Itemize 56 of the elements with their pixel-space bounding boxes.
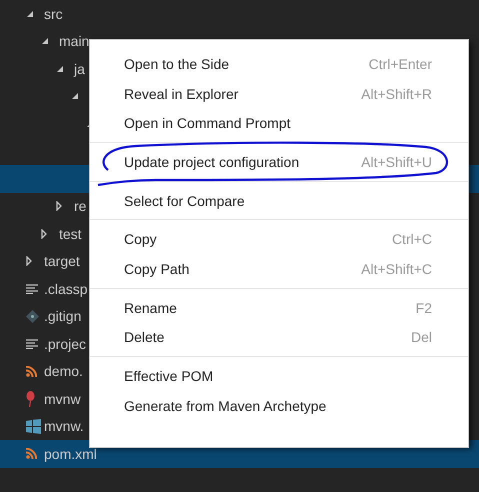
shortcut-text: Alt+Shift+U	[361, 154, 432, 170]
shortcut-text: Ctrl+Enter	[368, 56, 432, 72]
tree-item[interactable]: ja	[74, 60, 85, 77]
menu-item[interactable]: Open to the Side Ctrl+Enter	[90, 49, 468, 79]
menu-label: Effective POM	[124, 368, 214, 384]
expanded-arrow-icon[interactable]	[56, 64, 64, 73]
menu-label: Delete	[124, 329, 164, 346]
tree-item[interactable]: .projec	[44, 336, 86, 352]
windows-icon	[26, 418, 41, 434]
feed-icon	[26, 366, 37, 377]
menu-item[interactable]: Copy Path Alt+Shift+C	[90, 254, 468, 284]
menu-item[interactable]: Copy Ctrl+C	[90, 224, 468, 254]
menu-label: Update project configuration	[124, 154, 300, 170]
menu-item[interactable]: Generate from Maven Archetype	[90, 390, 468, 421]
menu-label: Generate from Maven Archetype	[124, 398, 326, 414]
menu-label: Select for Compare	[124, 192, 245, 209]
shortcut-text: Alt+Shift+C	[361, 260, 432, 277]
tree-item[interactable]: main	[59, 33, 90, 50]
shortcut-text: Ctrl+C	[392, 231, 432, 248]
tree-item[interactable]: test	[59, 226, 82, 242]
menu-item[interactable]: Open in Command Prompt	[90, 108, 468, 138]
collapsed-arrow-icon[interactable]	[26, 256, 32, 266]
menu-item[interactable]: Rename F2	[90, 292, 468, 322]
menu-item[interactable]: Reveal in Explorer Alt+Shift+R	[90, 78, 468, 108]
expanded-arrow-icon[interactable]	[41, 37, 49, 46]
menu-label: Reveal in Explorer	[124, 86, 238, 102]
lines-icon	[26, 338, 38, 349]
tree-item[interactable]: mvnw	[44, 390, 81, 407]
menu-label: Rename	[124, 300, 177, 316]
tree-item[interactable]: re	[74, 198, 86, 214]
tree-item[interactable]: pom.xml	[44, 446, 97, 462]
shortcut-text: F2	[416, 300, 432, 316]
tree-item[interactable]: demo.	[44, 363, 83, 380]
menu-item[interactable]: Update project configuration Alt+Shift+U	[90, 147, 468, 177]
lines-icon	[26, 284, 38, 294]
menu-label: Copy	[124, 231, 157, 248]
menu-label: Open in Command Prompt	[124, 115, 291, 132]
collapsed-arrow-icon[interactable]	[56, 201, 62, 212]
shortcut-text: Del	[410, 329, 432, 346]
expanded-arrow-icon[interactable]	[71, 92, 79, 100]
menu-item[interactable]: Select for Compare	[90, 186, 468, 216]
tree-item[interactable]: .gitign	[44, 308, 82, 324]
tree-item[interactable]: src	[44, 6, 63, 22]
diamond-icon	[26, 310, 39, 323]
menu-item[interactable]: Delete Del	[90, 322, 468, 352]
collapsed-arrow-icon[interactable]	[41, 228, 47, 239]
menu-label: Copy Path	[124, 260, 190, 277]
shortcut-text: Alt+Shift+R	[361, 86, 432, 102]
tree-item[interactable]: mvnw.	[44, 418, 84, 434]
expanded-arrow-icon[interactable]	[26, 10, 34, 18]
menu-label: Open to the Side	[124, 56, 230, 72]
balloon-icon	[26, 390, 35, 407]
feed-icon	[26, 448, 37, 460]
tree-item[interactable]: target	[44, 253, 80, 270]
tree-item[interactable]: .classp	[44, 280, 88, 297]
menu-item[interactable]: Effective POM	[90, 361, 468, 391]
